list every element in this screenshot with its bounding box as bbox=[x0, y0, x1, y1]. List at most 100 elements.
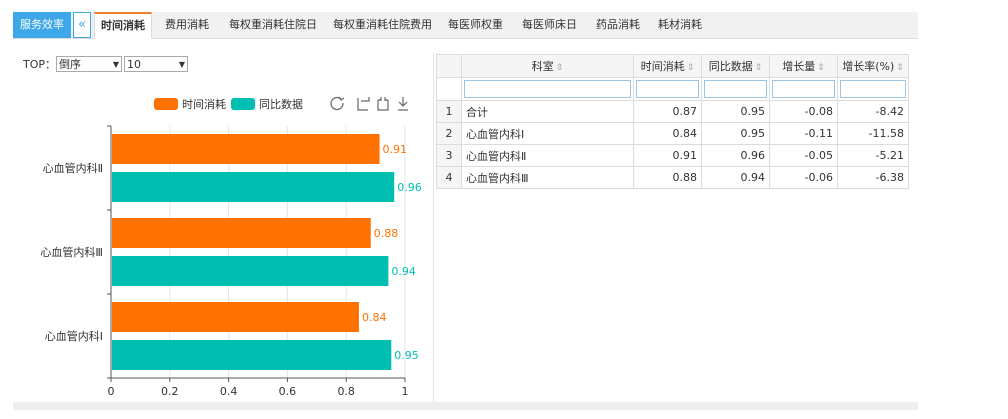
column-header-increase[interactable]: 增长量 ⇕ bbox=[769, 54, 838, 78]
cell-increase: -0.05 bbox=[769, 144, 838, 167]
tab-physician-bed-days[interactable]: 每医师床日 bbox=[522, 12, 577, 38]
legend-swatch-time bbox=[154, 98, 178, 110]
cell-increase: -0.08 bbox=[769, 100, 838, 123]
column-header-dept[interactable]: 科室 ⇕ bbox=[461, 54, 634, 78]
x-tick-label: 0.2 bbox=[161, 385, 179, 398]
cell-time: 0.84 bbox=[633, 122, 702, 145]
collapse-icon[interactable]: « bbox=[73, 12, 91, 38]
bar-value-label: 0.96 bbox=[397, 181, 422, 194]
bar-yoy[interactable] bbox=[112, 256, 389, 286]
x-tick-label: 0.8 bbox=[337, 385, 355, 398]
tab-cost-consumption[interactable]: 费用消耗 bbox=[165, 12, 209, 38]
x-tick-label: 0.6 bbox=[279, 385, 297, 398]
bar-time[interactable] bbox=[112, 134, 380, 164]
cell-rate: -8.42 bbox=[837, 100, 909, 123]
row-number: 4 bbox=[436, 166, 462, 189]
row-number: 1 bbox=[436, 100, 462, 123]
filter-input-dept[interactable] bbox=[464, 80, 631, 98]
tab-weight-inpatient-cost[interactable]: 每权重消耗住院费用 bbox=[333, 12, 432, 38]
sort-icon[interactable]: ⇕ bbox=[755, 63, 763, 73]
table-row[interactable]: 3 心血管内科Ⅱ 0.91 0.96 -0.05 -5.21 bbox=[436, 144, 909, 167]
bar-value-label: 0.95 bbox=[394, 349, 419, 362]
data-grid: 科室 ⇕ 时间消耗 ⇕ 同比数据 ⇕ 增长量 ⇕ 增长率(%) ⇕ 1 合计 0.87 0… bbox=[436, 54, 909, 189]
tab-bar: 服务效率 « 时间消耗 费用消耗 每权重消耗住院日 每权重消耗住院费用 每医师权… bbox=[13, 12, 918, 39]
cell-yoy: 0.95 bbox=[701, 122, 770, 145]
cell-rate: -11.58 bbox=[837, 122, 909, 145]
chart-toolbox bbox=[330, 96, 408, 111]
tab-material-consumption[interactable]: 耗材消耗 bbox=[658, 12, 702, 38]
cell-time: 0.88 bbox=[633, 166, 702, 189]
tab-time-consumption[interactable]: 时间消耗 bbox=[94, 12, 152, 39]
filter-row bbox=[436, 77, 909, 101]
y-category-label: 心血管内科Ⅰ bbox=[45, 329, 103, 343]
bar-time[interactable] bbox=[112, 218, 371, 248]
sort-icon[interactable]: ⇕ bbox=[896, 63, 904, 73]
cell-time: 0.91 bbox=[633, 144, 702, 167]
cell-dept: 心血管内科Ⅲ bbox=[461, 166, 634, 189]
bar-switch-icon[interactable] bbox=[357, 97, 370, 111]
filter-input-time[interactable] bbox=[636, 80, 699, 98]
column-header-yoy[interactable]: 同比数据 ⇕ bbox=[701, 54, 770, 78]
bar-value-label: 0.84 bbox=[362, 311, 387, 324]
bar-value-label: 0.94 bbox=[391, 265, 416, 278]
cell-increase: -0.06 bbox=[769, 166, 838, 189]
sort-icon[interactable]: ⇕ bbox=[817, 63, 825, 73]
y-category-label: 心血管内科Ⅲ bbox=[40, 245, 103, 259]
cell-increase: -0.11 bbox=[769, 122, 838, 145]
horizontal-scrollbar[interactable] bbox=[13, 402, 918, 410]
table-row[interactable]: 4 心血管内科Ⅲ 0.88 0.94 -0.06 -6.38 bbox=[436, 166, 909, 189]
column-header-time[interactable]: 时间消耗 ⇕ bbox=[633, 54, 702, 78]
legend-item-time[interactable]: 时间消耗 bbox=[154, 97, 226, 111]
table-row[interactable]: 2 心血管内科Ⅰ 0.84 0.95 -0.11 -11.58 bbox=[436, 122, 909, 145]
chart-panel: TOP： 倒序 ▼ 10 ▼ 时间消耗 同比数据 0.91 0.96 0.88 … bbox=[13, 48, 431, 400]
legend-swatch-yoy bbox=[231, 98, 255, 110]
cell-dept: 心血管内科Ⅰ bbox=[461, 122, 634, 145]
bar-time[interactable] bbox=[112, 302, 359, 332]
column-header-dept-label: 科室 bbox=[531, 60, 554, 73]
cell-rate: -6.38 bbox=[837, 166, 909, 189]
filter-input-increase[interactable] bbox=[772, 80, 835, 98]
download-icon[interactable] bbox=[398, 97, 408, 111]
column-header-increase-label: 增长量 bbox=[782, 60, 816, 73]
cell-dept: 合计 bbox=[461, 100, 634, 123]
sort-icon[interactable]: ⇕ bbox=[556, 63, 564, 73]
legend-item-yoy[interactable]: 同比数据 bbox=[231, 97, 303, 111]
column-header-time-label: 时间消耗 bbox=[640, 60, 685, 73]
cell-yoy: 0.94 bbox=[701, 166, 770, 189]
bar-value-label: 0.88 bbox=[374, 227, 399, 240]
sort-icon[interactable]: ⇕ bbox=[687, 63, 695, 73]
x-tick-label: 0 bbox=[108, 385, 115, 398]
bar-yoy[interactable] bbox=[112, 172, 395, 202]
filter-cell-rownum bbox=[436, 77, 462, 101]
x-tick-label: 1 bbox=[402, 385, 409, 398]
tab-weight-bed-days[interactable]: 每权重消耗住院日 bbox=[229, 12, 317, 38]
grid-header-row: 科室 ⇕ 时间消耗 ⇕ 同比数据 ⇕ 增长量 ⇕ 增长率(%) ⇕ bbox=[436, 54, 909, 78]
filter-input-rate[interactable] bbox=[840, 80, 906, 98]
cell-dept: 心血管内科Ⅱ bbox=[461, 144, 634, 167]
bar-yoy[interactable] bbox=[112, 340, 392, 370]
panel-divider bbox=[433, 52, 434, 402]
x-tick-label: 0.4 bbox=[220, 385, 238, 398]
tab-physician-weight[interactable]: 每医师权重 bbox=[448, 12, 503, 38]
stack-switch-icon[interactable] bbox=[377, 97, 389, 111]
y-category-label: 心血管内科Ⅱ bbox=[43, 161, 103, 175]
cell-yoy: 0.96 bbox=[701, 144, 770, 167]
table-row[interactable]: 1 合计 0.87 0.95 -0.08 -8.42 bbox=[436, 100, 909, 123]
row-number: 3 bbox=[436, 144, 462, 167]
column-header-yoy-label: 同比数据 bbox=[708, 60, 753, 73]
chart-legend: 时间消耗 同比数据 bbox=[154, 97, 303, 111]
filter-input-yoy[interactable] bbox=[704, 80, 767, 98]
legend-label-yoy: 同比数据 bbox=[259, 97, 303, 111]
restore-icon[interactable] bbox=[330, 96, 345, 111]
bar-chart: 时间消耗 同比数据 0.910.960.880.940.840.95 00.2 … bbox=[40, 96, 422, 398]
row-number: 2 bbox=[436, 122, 462, 145]
column-header-rate[interactable]: 增长率(%) ⇕ bbox=[837, 54, 909, 78]
cell-yoy: 0.95 bbox=[701, 100, 770, 123]
module-badge: 服务效率 bbox=[13, 12, 71, 38]
bar-value-label: 0.91 bbox=[383, 143, 408, 156]
column-header-rate-label: 增长率(%) bbox=[842, 60, 895, 73]
row-number-header bbox=[436, 54, 462, 78]
tab-drug-consumption[interactable]: 药品消耗 bbox=[596, 12, 640, 38]
cell-rate: -5.21 bbox=[837, 144, 909, 167]
legend-label-time: 时间消耗 bbox=[182, 97, 226, 111]
